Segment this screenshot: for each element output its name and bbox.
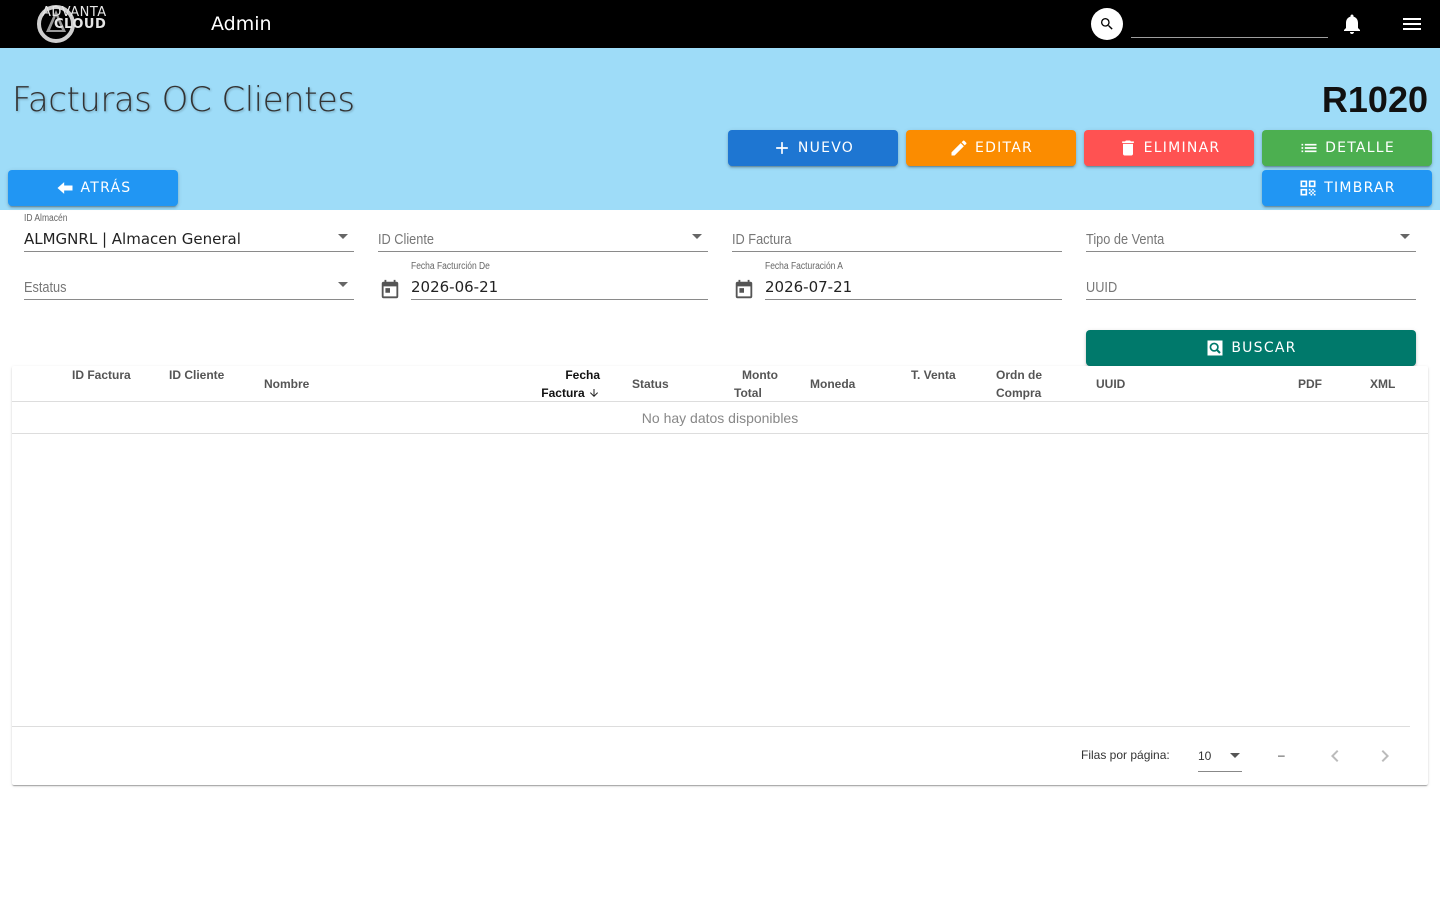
global-search-input[interactable] xyxy=(1131,10,1328,38)
new-button[interactable]: Nuevo xyxy=(728,130,898,166)
chevron-down-icon xyxy=(1400,234,1410,239)
back-button-label: Atrás xyxy=(80,180,132,196)
fecha-de-field[interactable]: Fecha Facturción De 2026-06-21 xyxy=(411,261,708,300)
factura-input[interactable]: ID Factura xyxy=(732,216,1062,252)
fecha-a-field[interactable]: Fecha Facturación A 2026-07-21 xyxy=(765,261,1062,300)
qr-code-icon xyxy=(1300,180,1316,196)
col-orden-line1: Ordn de xyxy=(996,368,1043,382)
calendar-icon[interactable] xyxy=(379,279,401,301)
tipo-venta-select[interactable]: Tipo de Venta xyxy=(1086,216,1416,252)
chevron-down-icon xyxy=(338,282,348,287)
almacen-label: ID Almacén xyxy=(24,213,68,224)
col-fecha-line2: Factura xyxy=(541,386,585,400)
arrow-left-icon xyxy=(57,182,73,194)
cliente-select[interactable]: ID Cliente xyxy=(378,216,708,252)
report-code: R1020 xyxy=(1321,79,1428,120)
calendar-icon[interactable] xyxy=(733,279,755,301)
col-uuid[interactable]: UUID xyxy=(1096,375,1125,393)
chevron-left-icon xyxy=(1331,750,1339,762)
uuid-input[interactable]: UUID xyxy=(1086,264,1416,300)
search-button[interactable] xyxy=(1091,8,1123,40)
table-header: ID Factura ID Cliente Nombre Fecha Factu… xyxy=(12,366,1428,402)
col-monto-total[interactable]: Monto Total xyxy=(728,366,778,402)
cliente-placeholder: ID Cliente xyxy=(378,231,434,248)
almacen-select[interactable]: ID Almacén ALMGNRL | Almacen General xyxy=(24,213,354,252)
tipo-venta-placeholder: Tipo de Venta xyxy=(1086,231,1165,248)
col-fecha-line1: Fecha xyxy=(565,368,600,382)
delete-button[interactable]: Eliminar xyxy=(1084,130,1254,166)
back-button[interactable]: Atrás xyxy=(8,170,178,206)
stamp-button-label: Timbrar xyxy=(1324,180,1396,196)
rows-per-page-label: Filas por página: xyxy=(1081,748,1170,762)
bell-icon[interactable] xyxy=(1340,12,1364,36)
edit-button-label: Editar xyxy=(974,140,1034,156)
fecha-a-value: 2026-07-21 xyxy=(765,278,853,296)
factura-placeholder: ID Factura xyxy=(732,231,792,248)
list-icon xyxy=(1301,143,1317,153)
col-xml[interactable]: XML xyxy=(1370,375,1395,393)
col-nombre[interactable]: Nombre xyxy=(264,375,309,393)
col-monto-line2: Total xyxy=(734,386,762,400)
fecha-a-label: Fecha Facturación A xyxy=(765,261,843,272)
estatus-select[interactable]: Estatus xyxy=(24,264,354,300)
fecha-de-value: 2026-06-21 xyxy=(411,278,499,296)
chevron-right-icon xyxy=(1381,750,1389,762)
col-id-cliente[interactable]: ID Cliente xyxy=(169,366,224,384)
new-button-label: Nuevo xyxy=(797,140,855,156)
stamp-button[interactable]: Timbrar xyxy=(1262,170,1432,206)
chevron-down-icon xyxy=(338,234,348,239)
chevron-down-icon xyxy=(692,234,702,239)
header-band xyxy=(0,48,1440,210)
delete-button-label: Eliminar xyxy=(1143,140,1221,156)
rows-per-page-select[interactable]: 10 xyxy=(1198,744,1242,772)
next-page-button[interactable] xyxy=(1373,744,1397,768)
arrow-down-icon xyxy=(590,389,598,397)
detail-button[interactable]: Detalle xyxy=(1262,130,1432,166)
search-submit-label: Buscar xyxy=(1231,340,1297,356)
almacen-value: ALMGNRL | Almacen General xyxy=(24,230,241,248)
app-title: Admin xyxy=(211,13,272,35)
chevron-down-icon xyxy=(1230,753,1240,758)
col-orden-line2: Compra xyxy=(996,386,1042,400)
footer-divider xyxy=(12,726,1410,727)
col-t-venta[interactable]: T. Venta xyxy=(911,366,956,384)
invoices-table: ID Factura ID Cliente Nombre Fecha Factu… xyxy=(12,366,1428,785)
search-icon xyxy=(1101,18,1113,30)
logo-line-2: CLOUD xyxy=(54,17,107,32)
col-id-factura[interactable]: ID Factura xyxy=(72,366,131,384)
fecha-de-label: Fecha Facturción De xyxy=(411,261,490,272)
empty-state: No hay datos disponibles xyxy=(12,402,1428,434)
page-title: Facturas OC Clientes xyxy=(12,80,355,120)
col-fecha-factura[interactable]: Fecha Factura xyxy=(540,366,600,402)
trash-icon xyxy=(1121,140,1134,156)
search-icon xyxy=(1207,340,1223,356)
menu-icon[interactable] xyxy=(1400,12,1424,36)
col-pdf[interactable]: PDF xyxy=(1298,375,1322,393)
col-monto-line1: Monto xyxy=(742,368,778,382)
col-moneda[interactable]: Moneda xyxy=(810,375,855,393)
detail-button-label: Detalle xyxy=(1325,140,1395,156)
app-bar: ADVANTA CLOUD Admin xyxy=(0,0,1440,48)
search-submit-button[interactable]: Buscar xyxy=(1086,330,1416,366)
prev-page-button[interactable] xyxy=(1323,744,1347,768)
rows-per-page-value: 10 xyxy=(1198,749,1212,763)
col-status[interactable]: Status xyxy=(632,375,669,393)
uuid-placeholder: UUID xyxy=(1086,279,1118,296)
estatus-placeholder: Estatus xyxy=(24,279,67,296)
pencil-icon xyxy=(951,140,967,156)
edit-button[interactable]: Editar xyxy=(906,130,1076,166)
logo-text: ADVANTA CLOUD xyxy=(42,6,107,32)
page-range: – xyxy=(1278,748,1285,762)
plus-icon xyxy=(776,142,788,154)
col-orden-compra[interactable]: Ordn de Compra xyxy=(996,366,1042,402)
